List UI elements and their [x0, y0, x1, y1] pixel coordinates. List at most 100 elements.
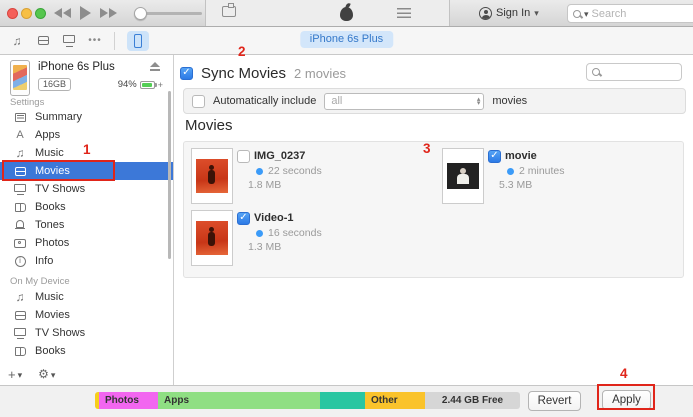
auto-include-checkbox[interactable]: [192, 94, 205, 108]
play-button[interactable]: [80, 6, 91, 20]
book-icon: [13, 344, 27, 358]
miniplayer-icon[interactable]: [222, 3, 236, 17]
sidebar-item-label: Photos: [35, 237, 70, 249]
settings-gear-button[interactable]: [38, 367, 55, 381]
book-icon: [13, 200, 27, 214]
media-navbar: iPhone 6s Plus: [0, 27, 693, 55]
sidebar-item-apps[interactable]: Apps: [0, 126, 173, 144]
sidebar-item-tv-shows[interactable]: TV Shows: [0, 180, 173, 198]
movie-item-img-0237[interactable]: IMG_0237 22 seconds 1.8 MB: [191, 148, 421, 208]
apply-button[interactable]: Apply: [602, 390, 651, 410]
music-library-icon[interactable]: [10, 34, 24, 48]
camera-icon: [13, 236, 27, 250]
more-media-icon[interactable]: [88, 34, 102, 48]
sidebar-item-summary[interactable]: Summary: [0, 108, 173, 126]
movie-duration: 16 seconds: [268, 227, 322, 239]
duration-dot-icon: [507, 167, 514, 175]
movies-search-input[interactable]: [586, 63, 682, 81]
volume-slider[interactable]: [134, 0, 202, 26]
tv-icon: [13, 326, 27, 340]
sign-in-button[interactable]: Sign In: [479, 0, 539, 26]
itunes-window: Sign In Search iPhone 6s Plus iPhone 6s …: [0, 0, 693, 417]
sidebar-item-device-movies[interactable]: Movies: [0, 306, 173, 324]
movie-name: IMG_0237: [254, 150, 306, 162]
sidebar-item-info[interactable]: Info: [0, 252, 173, 270]
movie-checkbox[interactable]: [488, 150, 501, 163]
movies-grid-panel: IMG_0237 22 seconds 1.8 MB movie 2 minut…: [183, 141, 684, 278]
film-icon: [13, 164, 27, 178]
segment-label: 2.44 GB Free: [441, 395, 504, 406]
film-icon: [13, 308, 27, 322]
auto-include-panel: Automatically include all movies: [183, 88, 686, 114]
duration-dot-icon: [256, 229, 263, 237]
device-name: iPhone 6s Plus: [38, 61, 115, 73]
auto-include-value: all: [331, 95, 343, 107]
tv-icon: [13, 182, 27, 196]
sidebar-item-movies[interactable]: Movies: [0, 162, 173, 180]
capacity-segment-documents: [320, 392, 365, 409]
up-next-list-icon[interactable]: [397, 8, 411, 18]
device-card: iPhone 6s Plus 16GB 94% +: [0, 55, 173, 98]
sidebar-item-books[interactable]: Books: [0, 198, 173, 216]
sidebar-scrollbar[interactable]: [168, 91, 171, 259]
movie-checkbox[interactable]: [237, 150, 250, 163]
device-name-badge[interactable]: iPhone 6s Plus: [299, 31, 394, 48]
sidebar-item-tones[interactable]: Tones: [0, 216, 173, 234]
settings-section-header: Settings: [10, 97, 45, 108]
battery-percent: 94%: [117, 79, 137, 90]
movie-size: 1.3 MB: [248, 241, 282, 253]
capacity-bar: Photos Apps Other 2.44 GB Free: [95, 392, 520, 409]
volume-track: [145, 11, 202, 15]
eject-icon[interactable]: [150, 62, 160, 72]
sidebar-item-device-books[interactable]: Books: [0, 342, 173, 360]
apps-icon: [13, 128, 27, 142]
movie-thumbnail-image: [447, 163, 479, 189]
sidebar-item-label: Books: [35, 345, 66, 357]
sidebar-item-photos[interactable]: Photos: [0, 234, 173, 252]
battery-icon: [139, 80, 157, 89]
close-window-button[interactable]: [7, 8, 18, 19]
bell-icon: [13, 218, 27, 232]
music-note-icon: [13, 146, 27, 160]
movie-checkbox[interactable]: [237, 212, 250, 225]
search-input[interactable]: Search: [567, 4, 693, 23]
auto-include-dropdown[interactable]: all: [324, 92, 485, 110]
search-scope-chevron-icon[interactable]: [584, 8, 589, 20]
sidebar-item-device-music[interactable]: Music: [0, 288, 173, 306]
movie-item-movie[interactable]: movie 2 minutes 5.3 MB: [442, 148, 672, 208]
movies-library-icon[interactable]: [36, 34, 50, 48]
sync-movies-pane: Sync Movies 2 movies Automatically inclu…: [174, 55, 693, 385]
sidebar-item-label: Music: [35, 291, 64, 303]
apple-logo-icon: [340, 7, 353, 21]
capacity-footer: Photos Apps Other 2.44 GB Free Revert Ap…: [0, 385, 693, 417]
sign-in-label: Sign In: [496, 7, 531, 19]
navbar-divider: [114, 31, 115, 50]
movie-thumbnail-image: [196, 159, 228, 193]
device-capacity-badge: 16GB: [38, 78, 72, 91]
next-track-button[interactable]: [100, 8, 117, 18]
revert-button[interactable]: Revert: [528, 391, 581, 411]
movie-item-video-1[interactable]: Video-1 16 seconds 1.3 MB: [191, 210, 421, 270]
movie-name: Video-1: [254, 212, 294, 224]
sync-movies-title: Sync Movies: [201, 65, 287, 82]
sync-movies-checkbox[interactable]: [180, 67, 193, 80]
sidebar-item-music[interactable]: Music: [0, 144, 173, 162]
plus-icon: [8, 367, 16, 382]
previous-track-button[interactable]: [54, 8, 71, 18]
sidebar-item-label: Movies: [35, 165, 70, 177]
zoom-window-button[interactable]: [35, 8, 46, 19]
charging-indicator: +: [157, 79, 163, 90]
device-button[interactable]: [127, 30, 149, 51]
media-picker: [10, 27, 149, 54]
duration-dot-icon: [256, 167, 263, 175]
movie-thumbnail: [191, 210, 233, 266]
volume-knob[interactable]: [134, 6, 147, 20]
sidebar-item-device-tv-shows[interactable]: TV Shows: [0, 324, 173, 342]
sidebar-item-label: TV Shows: [35, 183, 86, 195]
search-placeholder: Search: [591, 7, 627, 20]
sidebar-item-label: Tones: [35, 219, 65, 231]
chevron-down-icon: [18, 367, 23, 381]
add-button[interactable]: [8, 367, 22, 382]
minimize-window-button[interactable]: [21, 8, 32, 19]
tv-library-icon[interactable]: [62, 34, 76, 48]
